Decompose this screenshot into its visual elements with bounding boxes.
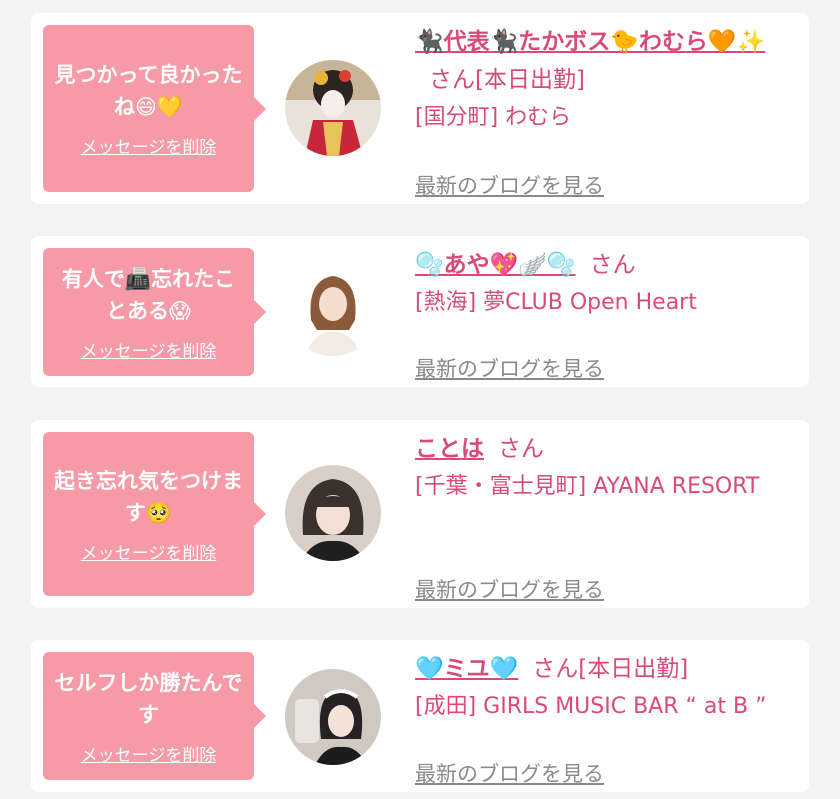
avatar[interactable] <box>285 669 381 765</box>
cast-info: 🩵ミユ🩵 さん[本日出勤] [成田] GIRLS MUSIC BAR “ at B… <box>415 650 795 786</box>
cast-info: 🐈‍⬛代表🐈‍⬛たかボス🐤わむら🧡✨ さん[本日出勤] [国分町] わむら 最新の… <box>415 23 795 198</box>
shop-name: [国分町] わむら <box>415 105 572 130</box>
cast-name-link[interactable]: 🩵ミユ🩵 <box>415 656 518 682</box>
status-badge: [本日出勤] <box>475 67 585 93</box>
shop-name: [成田] GIRLS MUSIC BAR “ at B ” <box>415 694 767 719</box>
message-card: 見つかって良かったね😄💛 メッセージを削除 🐈‍⬛代表🐈‍⬛たかボス🐤わむら🧡✨… <box>31 13 809 204</box>
message-bubble: 起き忘れ気をつけます🥺 メッセージを削除 <box>43 432 266 596</box>
cast-name-link[interactable]: 🐈‍⬛代表🐈‍⬛たかボス🐤わむら🧡✨ <box>415 29 765 55</box>
avatar[interactable] <box>285 60 381 156</box>
message-card: セルフしか勝たんです メッセージを削除 🩵ミユ🩵 さん[本日出勤] [成田] GI… <box>31 640 809 792</box>
message-bubble: 有人で📠忘れたことある😱 メッセージを削除 <box>43 248 266 376</box>
avatar[interactable] <box>285 260 381 356</box>
cast-name-line: ことは さん <box>415 430 795 468</box>
status-badge: [本日出勤] <box>578 656 689 682</box>
cast-name-link[interactable]: 🫧あや💖🪽🫧 <box>415 252 576 278</box>
message-text: セルフしか勝たんです <box>54 670 243 727</box>
honorific: さん <box>589 252 636 278</box>
message-text: 見つかって良かったね😄💛 <box>54 63 243 119</box>
cast-info: 🫧あや💖🪽🫧 さん [熱海] 夢CLUB Open Heart 最新のブログを見る <box>415 246 795 381</box>
shop-name: [千葉・富士見町] AYANA RESORT <box>415 474 760 499</box>
blog-link[interactable]: 最新のブログを見る <box>415 353 604 383</box>
blog-link[interactable]: 最新のブログを見る <box>415 758 604 788</box>
delete-message-link[interactable]: メッセージを削除 <box>81 539 217 564</box>
message-card: 起き忘れ気をつけます🥺 メッセージを削除 ことは さん [千葉・富士見町] AYA… <box>31 420 809 608</box>
cast-name-line: 🐈‍⬛代表🐈‍⬛たかボス🐤わむら🧡✨ さん[本日出勤] <box>415 23 795 99</box>
message-text: 起き忘れ気をつけます🥺 <box>54 468 243 525</box>
blog-link[interactable]: 最新のブログを見る <box>415 574 604 604</box>
avatar[interactable] <box>285 465 381 561</box>
honorific: さん <box>429 67 475 93</box>
cast-name-line: 🫧あや💖🪽🫧 さん <box>415 246 795 284</box>
message-bubble: セルフしか勝たんです メッセージを削除 <box>43 652 266 780</box>
honorific: さん <box>532 656 579 682</box>
message-bubble: 見つかって良かったね😄💛 メッセージを削除 <box>43 25 266 192</box>
cast-name-line: 🩵ミユ🩵 さん[本日出勤] <box>415 650 795 688</box>
cast-info: ことは さん [千葉・富士見町] AYANA RESORT 最新のブログを見る <box>415 430 795 602</box>
shop-name: [熱海] 夢CLUB Open Heart <box>415 290 697 315</box>
message-card: 有人で📠忘れたことある😱 メッセージを削除 🫧あや💖🪽🫧 さん [熱海] 夢CLU… <box>31 236 809 387</box>
honorific: さん <box>498 436 544 462</box>
delete-message-link[interactable]: メッセージを削除 <box>81 133 217 158</box>
delete-message-link[interactable]: メッセージを削除 <box>81 741 217 766</box>
cast-name-link[interactable]: ことは <box>415 436 484 462</box>
message-text: 有人で📠忘れたことある😱 <box>61 266 236 323</box>
blog-link[interactable]: 最新のブログを見る <box>415 170 604 200</box>
delete-message-link[interactable]: メッセージを削除 <box>81 337 217 362</box>
